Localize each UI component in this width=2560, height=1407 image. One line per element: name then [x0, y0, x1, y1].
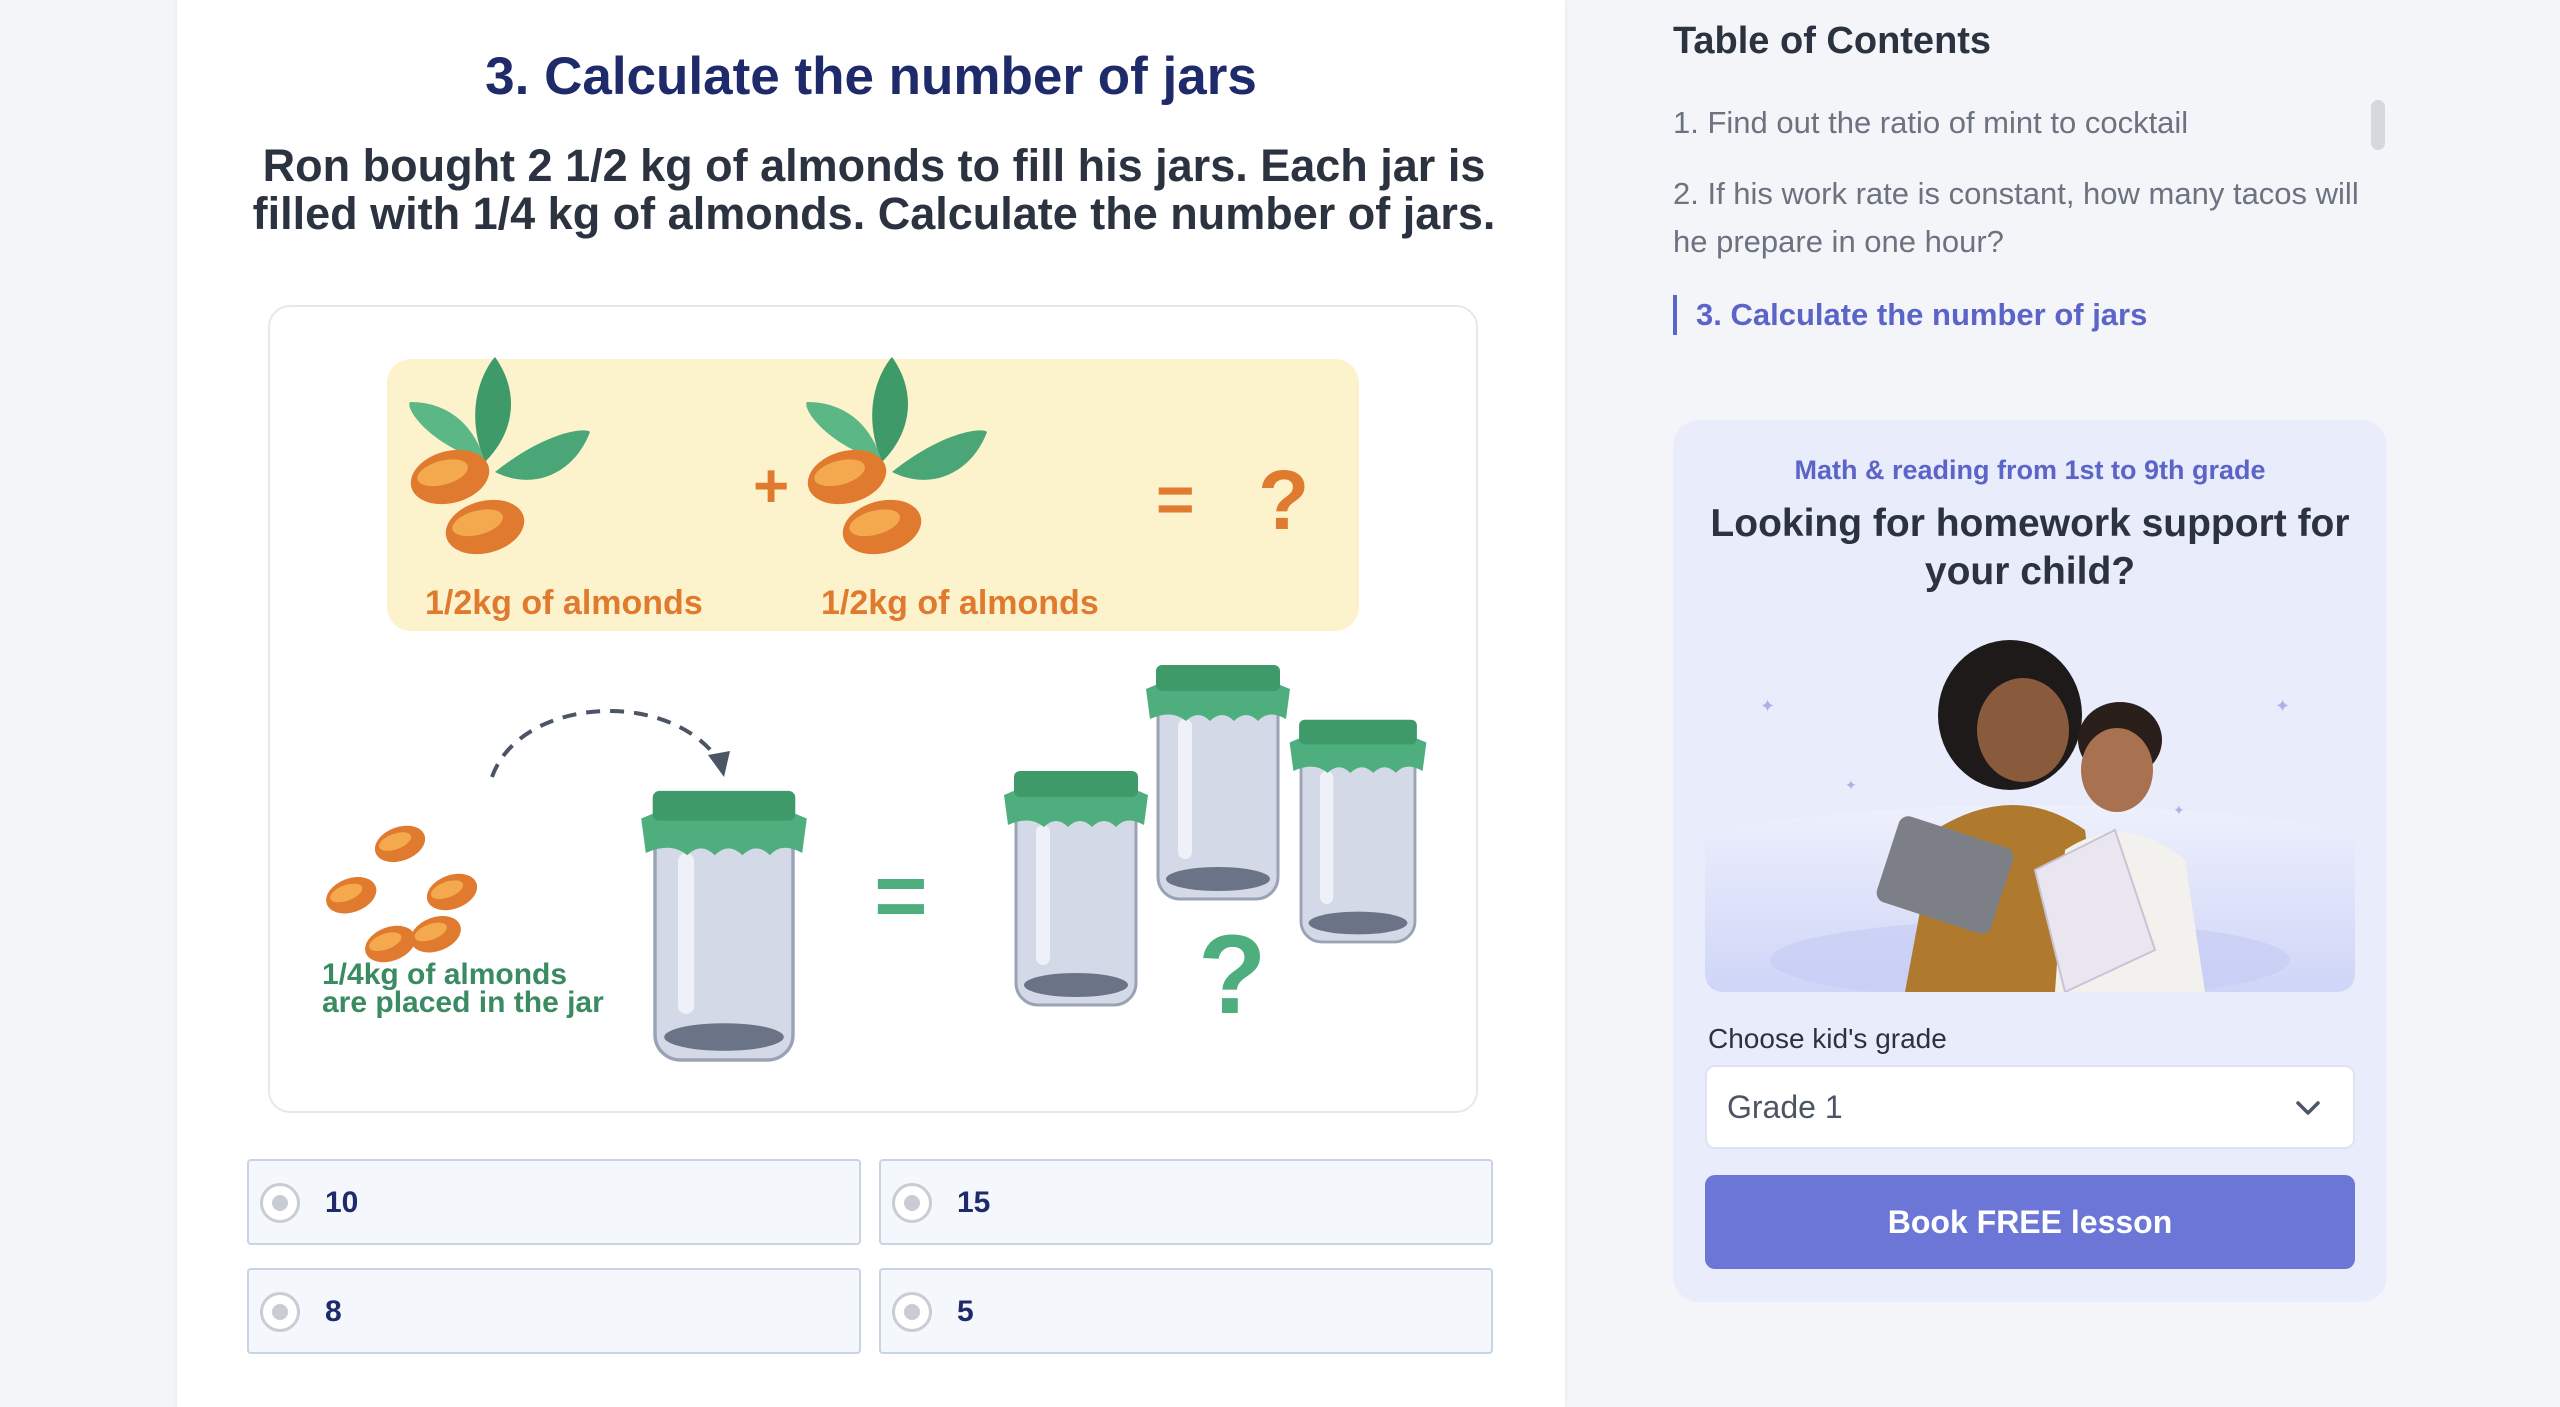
promo-subtitle: Math & reading from 1st to 9th grade — [1794, 455, 2266, 485]
book-free-lesson-button[interactable]: Book FREE lesson — [1705, 1175, 2355, 1269]
answer-label: 8 — [325, 1295, 342, 1328]
svg-text:✦: ✦ — [1845, 777, 1857, 793]
answer-option-4[interactable]: 5 — [879, 1268, 1493, 1354]
toc-title: Table of Contents — [1673, 20, 1992, 62]
jar-caption-line2: are placed in the jar — [322, 986, 604, 1019]
answer-label: 5 — [957, 1295, 974, 1328]
grade-select[interactable]: Grade 1 — [1705, 1065, 2355, 1149]
equals-sign-bottom: = — [874, 845, 928, 947]
svg-text:✦: ✦ — [1760, 696, 1775, 716]
question-title: 3. Calculate the number of jars — [485, 47, 1257, 106]
answer-label: 15 — [957, 1186, 991, 1219]
jar-2 — [1144, 663, 1292, 901]
toc-scrollbar[interactable] — [2371, 100, 2385, 150]
answer-option-3[interactable]: 8 — [247, 1268, 861, 1354]
question-mark-top: ? — [1258, 453, 1309, 547]
jar-1 — [1002, 769, 1150, 1007]
svg-text:✦: ✦ — [2173, 802, 2185, 818]
toc-item-1[interactable]: 1. Find out the ratio of mint to cocktai… — [1673, 99, 2393, 147]
radio-button[interactable] — [260, 1292, 300, 1332]
toc-item-2[interactable]: 2. If his work rate is constant, how man… — [1673, 170, 2393, 266]
plus-sign: + — [753, 452, 789, 521]
jar-3 — [1288, 718, 1428, 944]
grade-label: Choose kid's grade — [1708, 1023, 1947, 1054]
scattered-almonds — [321, 819, 483, 969]
answer-label: 10 — [325, 1186, 359, 1219]
illustration: 1/2kg of almonds + 1/2kg of almonds = ? … — [268, 305, 1478, 1113]
radio-button[interactable] — [260, 1183, 300, 1223]
promo-illustration: ✦ ✦ ✦ ✦ — [1705, 630, 2355, 1000]
promo-headline: Looking for homework support for your ch… — [1710, 502, 2350, 593]
grade-select-value: Grade 1 — [1727, 1089, 1843, 1125]
dashed-arrow — [490, 709, 722, 778]
equals-sign-top: = — [1156, 462, 1195, 536]
svg-text:✦: ✦ — [2275, 696, 2290, 716]
question-mark-bottom: ? — [1198, 912, 1266, 1037]
answer-option-1[interactable]: 10 — [247, 1159, 861, 1245]
almonds-left-label: 1/2kg of almonds — [425, 584, 703, 622]
almonds-right-label: 1/2kg of almonds — [821, 584, 1099, 622]
radio-button[interactable] — [892, 1292, 932, 1332]
question-text: Ron bought 2 1/2 kg of almonds to fill h… — [252, 140, 1496, 239]
single-jar — [639, 789, 809, 1062]
radio-button[interactable] — [892, 1183, 932, 1223]
chevron-down-icon — [2293, 1093, 2323, 1128]
toc-item-3-active[interactable]: 3. Calculate the number of jars — [1673, 295, 2147, 335]
answer-option-2[interactable]: 15 — [879, 1159, 1493, 1245]
